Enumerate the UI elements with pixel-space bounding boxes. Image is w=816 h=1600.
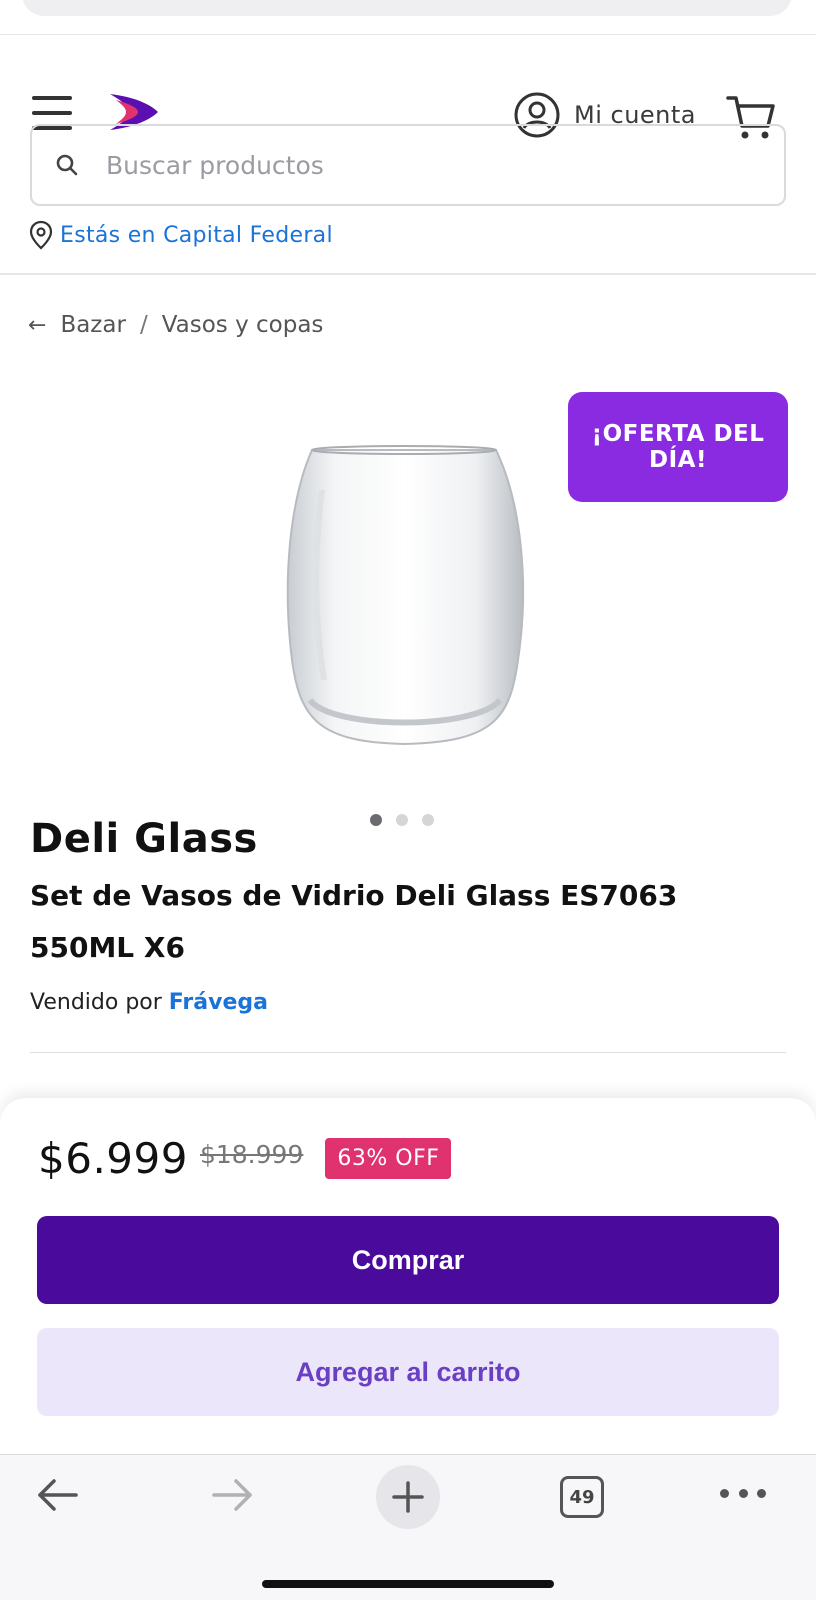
menu-line (32, 96, 72, 100)
breadcrumb-item-bazar[interactable]: Bazar (60, 312, 126, 338)
search-icon (56, 154, 78, 176)
back-arrow-icon[interactable] (36, 1475, 80, 1515)
product-image[interactable] (262, 430, 562, 770)
current-price: $6.999 (38, 1134, 188, 1183)
breadcrumb: ← Bazar / Vasos y copas (28, 312, 323, 338)
image-carousel-dots (370, 814, 434, 826)
menu-line (32, 111, 72, 115)
purchase-panel: $6.999 $18.999 63% OFF Comprar Agregar a… (0, 1098, 816, 1454)
seller-info: Vendido por Frávega (30, 990, 268, 1015)
more-options-icon[interactable] (720, 1481, 766, 1505)
discount-badge: 63% OFF (325, 1138, 452, 1179)
seller-link[interactable]: Frávega (169, 990, 268, 1015)
carousel-dot-3[interactable] (422, 814, 434, 826)
search-box[interactable] (30, 124, 786, 206)
divider (30, 1052, 786, 1053)
buy-button[interactable]: Comprar (37, 1216, 779, 1304)
price-row: $6.999 $18.999 63% OFF (38, 1134, 452, 1183)
new-tab-button[interactable] (376, 1465, 440, 1529)
product-brand: Deli Glass (30, 816, 258, 862)
browser-url-bar[interactable] (22, 0, 792, 16)
site-header: Mi cuenta Estás en Capital Federal (0, 36, 816, 276)
location-label: Estás en Capital Federal (60, 222, 333, 248)
add-to-cart-button[interactable]: Agregar al carrito (37, 1328, 779, 1416)
tab-count-button[interactable]: 49 (560, 1476, 604, 1518)
dot (720, 1488, 729, 1498)
divider (0, 34, 816, 35)
divider (0, 273, 816, 275)
deal-of-the-day-badge: ¡OFERTA DEL DÍA! (568, 392, 788, 502)
seller-prefix: Vendido por (30, 990, 162, 1015)
dot (738, 1488, 748, 1498)
forward-arrow-icon[interactable] (210, 1475, 254, 1515)
arrow-left-icon[interactable]: ← (28, 313, 46, 338)
original-price: $18.999 (199, 1140, 304, 1169)
breadcrumb-separator: / (139, 312, 148, 338)
browser-toolbar: 49 (0, 1454, 816, 1600)
dot (757, 1488, 766, 1498)
location-pin-icon (29, 220, 53, 250)
location-selector[interactable]: Estás en Capital Federal (28, 220, 333, 250)
product-title: Set de Vasos de Vidrio Deli Glass ES7063… (30, 879, 678, 964)
breadcrumb-item-vasos[interactable]: Vasos y copas (162, 312, 324, 338)
carousel-dot-2[interactable] (396, 814, 408, 826)
plus-icon (392, 1481, 424, 1513)
search-input[interactable] (106, 150, 706, 180)
home-indicator (262, 1580, 554, 1588)
carousel-dot-1[interactable] (370, 814, 382, 826)
